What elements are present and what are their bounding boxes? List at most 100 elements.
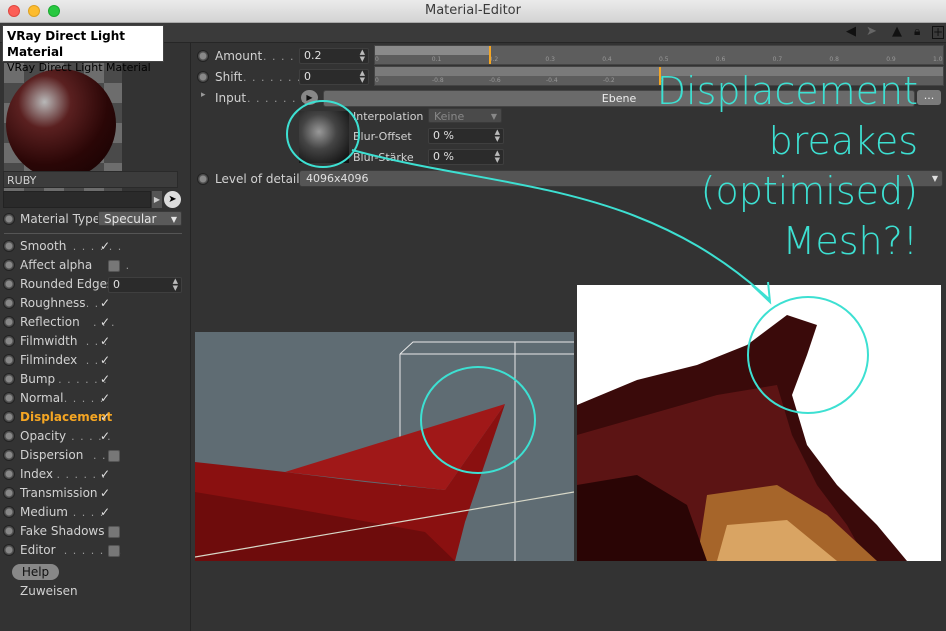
forward-arrow-icon[interactable]: ➤ [866, 24, 877, 39]
channel-radio-filmindex[interactable] [3, 354, 15, 366]
channel-label-displacement[interactable]: Displacement [20, 410, 112, 424]
channel-label-index[interactable]: Index [20, 467, 53, 481]
slider-tick-label: -0.6 [489, 77, 501, 84]
cursor-up-icon[interactable]: ▲ [892, 24, 902, 39]
checkmark-icon[interactable]: ✓ [100, 486, 110, 500]
channel-label-filmwidth[interactable]: Filmwidth [20, 334, 77, 348]
channel-label-roughness[interactable]: Roughness [20, 296, 85, 310]
channel-label-filmindex[interactable]: Filmindex [20, 353, 77, 367]
channel-label-affect-alpha[interactable]: Affect alpha [20, 258, 92, 272]
checkbox-fake-shadows[interactable] [108, 526, 120, 538]
link-arrow-icon[interactable]: ▶ [152, 191, 162, 208]
texture-thumbnail[interactable] [299, 111, 349, 163]
channel-label-dispersion[interactable]: Dispersion [20, 448, 83, 462]
rounded-edges-value: 0 [113, 278, 120, 291]
amount-slider[interactable]: 0 0.1 0.2 0.3 0.4 0.5 0.6 0.7 0.8 0.9 1.0 [374, 45, 944, 65]
divider [4, 233, 182, 234]
channel-label-fake-shadows[interactable]: Fake Shadows [20, 524, 104, 538]
spinner-icon[interactable]: ▲ ▼ [360, 70, 365, 84]
input-play-icon[interactable]: ▶ [301, 90, 318, 105]
shift-radio[interactable] [197, 71, 209, 83]
checkmark-icon[interactable]: ✓ [100, 505, 110, 519]
material-type-value: Specular [104, 212, 157, 226]
checkmark-icon[interactable]: ✓ [100, 410, 110, 424]
channel-label-normal[interactable]: Normal [20, 391, 63, 405]
channel-radio-dispersion[interactable] [3, 449, 15, 461]
material-type-dropdown[interactable]: Specular ▼ [98, 211, 182, 226]
material-name-field[interactable]: RUBY [3, 171, 178, 188]
amount-value: 0.2 [304, 49, 322, 62]
channel-radio-fake-shadows[interactable] [3, 525, 15, 537]
chevron-down-icon: ▼ [490, 112, 497, 121]
interpolation-dropdown[interactable]: Keine ▼ [428, 108, 502, 123]
checkmark-icon[interactable]: ✓ [100, 467, 110, 481]
slider-tick-label: -0.8 [432, 77, 444, 84]
channel-dots: . . . . . [63, 506, 105, 519]
checkmark-icon[interactable]: ✓ [100, 391, 110, 405]
slider-tick-label: 0.6 [715, 56, 726, 63]
back-arrow-icon[interactable]: ◀ [846, 24, 856, 39]
channel-radio-index[interactable] [3, 468, 15, 480]
channel-radio-affect-alpha[interactable] [3, 259, 15, 271]
amount-slider-handle[interactable] [488, 46, 491, 64]
checkbox-dispersion[interactable] [108, 450, 120, 462]
amount-radio[interactable] [197, 50, 209, 62]
slider-tick-label: -0.2 [603, 77, 615, 84]
channel-radio-editor[interactable] [3, 544, 15, 556]
blur-offset-field[interactable]: 0 % ▲ ▼ [428, 128, 504, 144]
channel-label-opacity[interactable]: Opacity [20, 429, 66, 443]
checkmark-icon[interactable]: ✓ [100, 296, 110, 310]
rounded-edges-field[interactable]: 0 ▲ ▼ [108, 277, 182, 293]
assign-button[interactable]: Zuweisen [20, 584, 78, 598]
amount-field[interactable]: 0.2 ▲ ▼ [299, 48, 369, 64]
lod-radio[interactable] [197, 173, 209, 185]
channel-radio-rounded-edges[interactable] [3, 278, 15, 290]
channel-label-editor[interactable]: Editor [20, 543, 56, 557]
slider-tick-label: 0 [375, 77, 379, 84]
shift-field[interactable]: 0 ▲ ▼ [299, 69, 369, 85]
channel-label-transmission[interactable]: Transmission [20, 486, 98, 500]
checkmark-icon[interactable]: ✓ [100, 372, 110, 386]
pick-cursor-icon[interactable]: ➤ [164, 191, 181, 208]
more-button[interactable]: ... [917, 90, 941, 105]
spinner-icon[interactable]: ▲ ▼ [495, 129, 500, 143]
channel-label-reflection[interactable]: Reflection [20, 315, 80, 329]
channel-radio-roughness[interactable] [3, 297, 15, 309]
channel-label-rounded-edges[interactable]: Rounded Edges [20, 277, 113, 291]
channel-label-medium[interactable]: Medium [20, 505, 68, 519]
channel-radio-bump[interactable] [3, 373, 15, 385]
help-button[interactable]: Help [12, 564, 59, 580]
expand-arrow-icon[interactable]: ▸ [201, 90, 206, 100]
channel-radio-displacement[interactable] [3, 411, 15, 423]
spinner-icon[interactable]: ▲ ▼ [360, 49, 365, 63]
channel-radio-filmwidth[interactable] [3, 335, 15, 347]
channel-radio-reflection[interactable] [3, 316, 15, 328]
lock-icon[interactable]: 🔒︎ [914, 24, 920, 39]
spinner-icon[interactable]: ▲ ▼ [173, 278, 178, 292]
checkmark-icon[interactable]: ✓ [100, 315, 110, 329]
viewport-mesh-screenshot [195, 332, 574, 561]
channel-label-smooth[interactable]: Smooth [20, 239, 66, 253]
link-field[interactable] [3, 191, 151, 208]
blur-strength-field[interactable]: 0 % ▲ ▼ [428, 149, 504, 165]
material-tooltip: VRay Direct Light Material VRay Direct L… [2, 25, 164, 74]
shift-value: 0 [304, 70, 311, 83]
channel-radio-medium[interactable] [3, 506, 15, 518]
channel-dots: . . . . . . [56, 468, 106, 481]
mesh-drawing [195, 341, 574, 561]
checkmark-icon[interactable]: ✓ [100, 353, 110, 367]
checkmark-icon[interactable]: ✓ [100, 239, 110, 253]
spinner-icon[interactable]: ▲ ▼ [495, 150, 500, 164]
slider-tick-label: 0.8 [829, 56, 839, 63]
amount-label: Amount [215, 49, 263, 63]
checkmark-icon[interactable]: ✓ [100, 334, 110, 348]
material-type-radio[interactable] [3, 213, 15, 225]
checkbox-affect-alpha[interactable] [108, 260, 120, 272]
channel-radio-normal[interactable] [3, 392, 15, 404]
channel-radio-transmission[interactable] [3, 487, 15, 499]
new-panel-icon[interactable]: + [932, 26, 944, 39]
checkbox-editor[interactable] [108, 545, 120, 557]
channel-radio-opacity[interactable] [3, 430, 15, 442]
channel-radio-smooth[interactable] [3, 240, 15, 252]
checkmark-icon[interactable]: ✓ [100, 429, 110, 443]
